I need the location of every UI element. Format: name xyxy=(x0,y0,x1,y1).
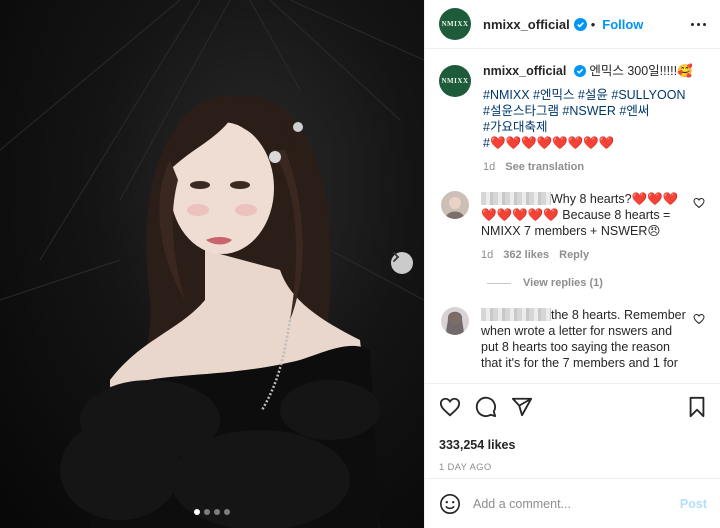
view-replies-label[interactable]: View replies (1) xyxy=(523,277,603,289)
carousel-dot xyxy=(194,509,200,515)
comment-meta: 1d 362 likes Reply xyxy=(481,247,687,263)
verified-badge-icon xyxy=(573,17,587,31)
more-dot xyxy=(697,22,700,26)
photo-illustration xyxy=(0,0,424,528)
post-header: NMIXX nmixx_official • Follow xyxy=(425,0,720,49)
emoji-icon[interactable] xyxy=(439,493,461,515)
comments-section[interactable]: NMIXX nmixx_official 엔믹스 300일!!!!!🥰 #NMI… xyxy=(425,49,720,383)
caption-avatar[interactable]: NMIXX xyxy=(439,65,471,97)
comment-icon[interactable] xyxy=(475,396,497,418)
bookmark-icon[interactable] xyxy=(687,396,707,418)
more-dot xyxy=(691,22,694,26)
caption-body: nmixx_official 엔믹스 300일!!!!!🥰 #NMIXX #엔믹… xyxy=(483,63,705,175)
comment-text: ❤️❤️❤️❤️❤️ Because 8 hearts = xyxy=(481,208,671,222)
commenter-avatar[interactable] xyxy=(441,191,469,219)
logo-text: NMIXX xyxy=(441,77,469,85)
commenter-avatar[interactable] xyxy=(441,307,469,335)
hashtags-line[interactable]: #가요대축제 xyxy=(483,119,705,135)
carousel-indicator xyxy=(194,509,230,515)
like-heart-icon[interactable] xyxy=(439,396,461,418)
hashtags-hearts[interactable]: #❤️❤️❤️❤️❤️❤️❤️❤️ xyxy=(483,135,705,151)
caption-row: NMIXX nmixx_official 엔믹스 300일!!!!!🥰 #NMI… xyxy=(439,63,705,175)
more-dot xyxy=(703,22,706,26)
instagram-post: NMIXX nmixx_official • Follow NMIXX nmix… xyxy=(0,0,720,528)
next-slide-button[interactable] xyxy=(391,252,413,274)
carousel-dot xyxy=(204,509,210,515)
chevron-right-icon xyxy=(393,252,400,262)
comment-text: when wrote a letter for nswers and xyxy=(481,324,673,338)
follow-button[interactable]: Follow xyxy=(602,17,643,32)
hashtags-line[interactable]: #NMIXX #엔믹스 #설윤 #SULLYOON xyxy=(483,87,705,103)
share-icon[interactable] xyxy=(511,396,533,418)
post-sidebar: NMIXX nmixx_official • Follow NMIXX nmix… xyxy=(424,0,720,528)
account-avatar[interactable]: NMIXX xyxy=(439,8,471,40)
blurred-username xyxy=(481,308,551,321)
see-translation-link[interactable]: See translation xyxy=(505,159,584,175)
likes-count[interactable]: 333,254 likes xyxy=(439,438,707,452)
like-comment-heart-icon[interactable] xyxy=(693,197,705,209)
comment-text: that it's for the 7 members and 1 for xyxy=(481,356,678,370)
add-comment-bar: Add a comment... Post xyxy=(425,478,720,528)
carousel-dot xyxy=(224,509,230,515)
comment-likes[interactable]: 362 likes xyxy=(503,247,549,263)
caption-username[interactable]: nmixx_official xyxy=(483,64,566,78)
post-timestamp[interactable]: 1 DAY AGO xyxy=(439,462,707,473)
account-username[interactable]: nmixx_official xyxy=(483,17,570,32)
post-actions: 333,254 likes 1 DAY AGO xyxy=(425,383,720,473)
avatar-image xyxy=(441,307,469,335)
comment-text: Why 8 hearts?❤️❤️❤️ xyxy=(551,192,679,206)
comment-body: the 8 hearts. Remember when wrote a lett… xyxy=(481,307,687,371)
logo-text: NMIXX xyxy=(441,20,469,28)
post-image[interactable] xyxy=(0,0,424,528)
comment-body: Why 8 hearts?❤️❤️❤️ ❤️❤️❤️❤️❤️ Because 8… xyxy=(481,191,687,263)
caption-text: 엔믹스 300일!!!!!🥰 xyxy=(589,64,693,78)
comment-text: NMIXX 7 members + NSWER😠 xyxy=(481,224,661,238)
comment-text: put 8 hearts too saying the reason xyxy=(481,340,671,354)
reply-button[interactable]: Reply xyxy=(559,247,589,263)
comment-time[interactable]: 1d xyxy=(481,247,493,263)
like-comment-heart-icon[interactable] xyxy=(693,313,705,325)
verified-badge-icon xyxy=(573,65,586,77)
view-replies-button[interactable]: View replies (1) xyxy=(487,277,705,289)
hashtags-line[interactable]: #설윤스타그램 #NSWER #엔써 xyxy=(483,103,705,119)
replies-line xyxy=(487,282,511,284)
more-options-button[interactable] xyxy=(691,22,706,26)
comment-row: Why 8 hearts?❤️❤️❤️ ❤️❤️❤️❤️❤️ Because 8… xyxy=(439,191,705,263)
caption-time[interactable]: 1d xyxy=(483,159,495,175)
post-comment-button[interactable]: Post xyxy=(680,497,707,511)
comment-text: the 8 hearts. Remember xyxy=(551,308,686,322)
comment-input[interactable]: Add a comment... xyxy=(473,497,680,511)
avatar-image xyxy=(441,191,469,219)
blurred-username xyxy=(481,192,551,205)
action-icons xyxy=(439,396,707,418)
caption-meta: 1d See translation xyxy=(483,159,705,175)
carousel-dot xyxy=(214,509,220,515)
separator-dot: • xyxy=(590,16,596,32)
comment-row: the 8 hearts. Remember when wrote a lett… xyxy=(439,307,705,371)
